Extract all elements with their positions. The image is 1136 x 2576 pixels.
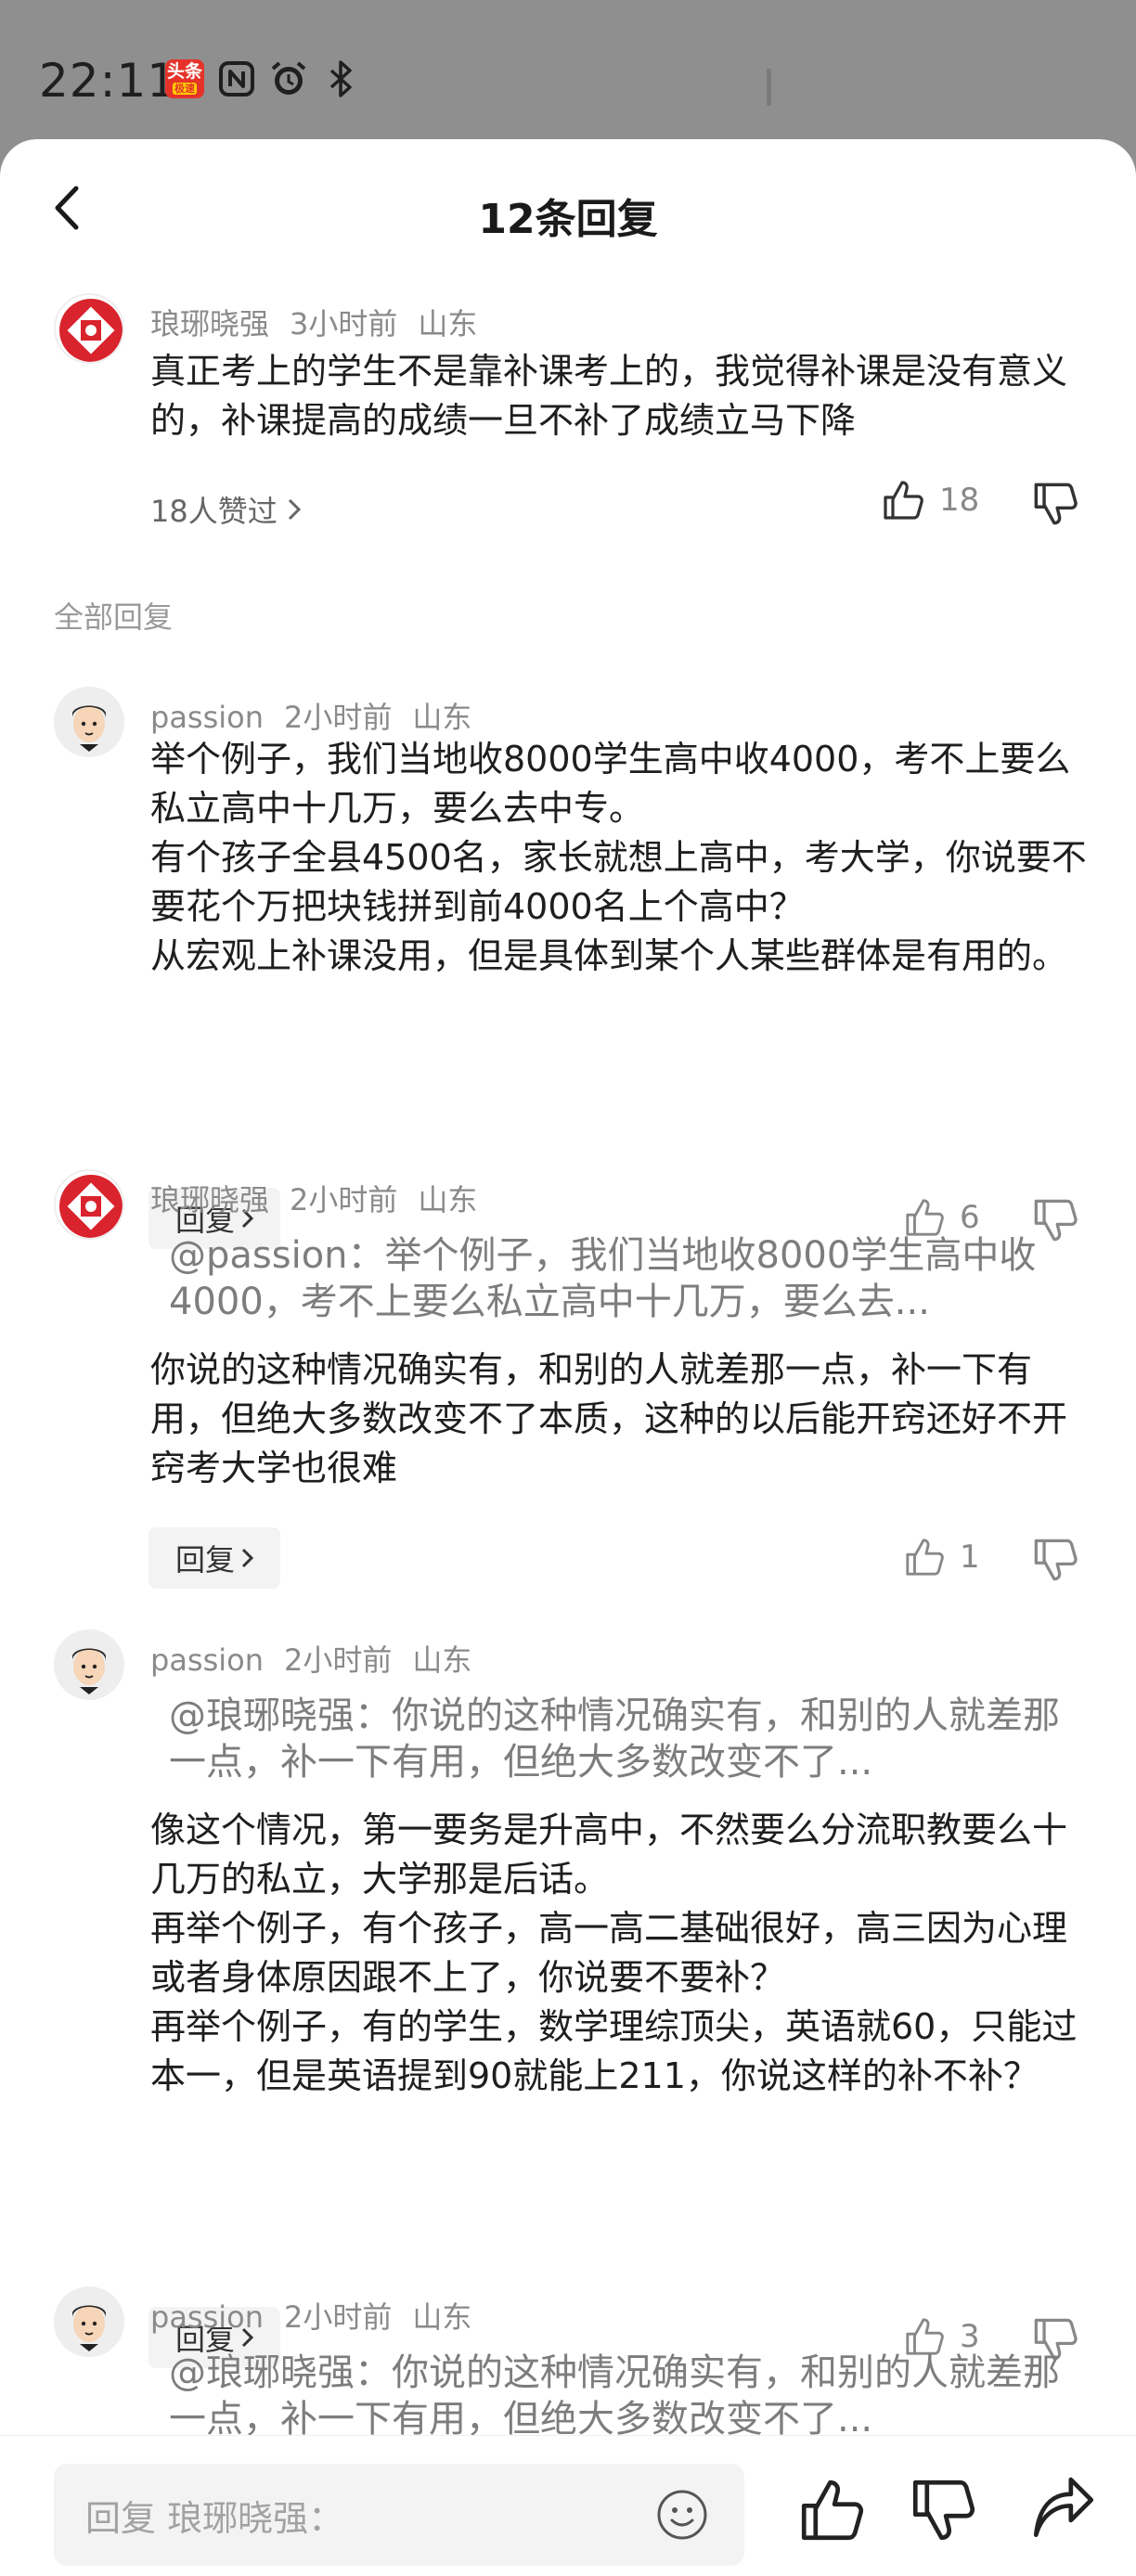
reply-location: 山东 — [418, 1182, 478, 1217]
reply-time: 2小时前 — [284, 2299, 393, 2335]
thumbs-up-icon[interactable] — [798, 2477, 865, 2544]
replies-sheet: 12条回复 琅琊晓强 3小时前 山东 真正考上的学生不是靠补课考上的，我觉得补课是没… — [0, 139, 1136, 2576]
status-time: 22:11 — [39, 54, 178, 108]
like-count: 1 — [960, 1539, 980, 1576]
page-title: 12条回复 — [478, 196, 658, 243]
reply-meta: passion 2小时前 山东 — [150, 2294, 492, 2337]
like-button[interactable]: 1 — [904, 1537, 980, 1578]
reply-text: 像这个情况，第一要务是升高中，不然要么分流职教要么十几万的私立，大学那是后话。 … — [150, 1810, 1078, 2096]
bottom-action-bar: 回复 琅琊晓强： — [0, 2435, 1136, 2576]
avatar[interactable] — [54, 293, 124, 364]
likes-link[interactable]: 18人赞过 — [150, 488, 302, 531]
like-count: 18 — [939, 482, 980, 519]
author-name[interactable]: 琅琊晓强 — [150, 306, 269, 341]
reply-location: 山东 — [412, 700, 472, 735]
toutiao-app-icon: 头条 极速 — [165, 59, 204, 98]
thumbs-down-icon[interactable] — [1032, 1537, 1078, 1583]
sheet-header: 12条回复 — [0, 139, 1136, 288]
reply-text: 你说的这种情况确实有，和别的人就差那一点，补一下有用，但绝大多数改变不了本质，这… — [150, 1349, 1068, 1488]
status-bar: 22:11 头条 极速 — [0, 0, 1136, 139]
avatar[interactable] — [54, 687, 124, 757]
comment-location: 山东 — [418, 306, 478, 341]
chevron-right-icon — [241, 1548, 253, 1568]
reply-input[interactable]: 回复 琅琊晓强： — [54, 2464, 744, 2566]
reply-text: 举个例子，我们当地收8000学生高中收4000，考不上要么私立高中十几万，要么去… — [150, 739, 1087, 976]
alarm-icon — [269, 59, 308, 98]
status-icons: 头条 极速 — [165, 59, 360, 98]
comment-meta: 琅琊晓强 3小时前 山东 — [150, 301, 497, 343]
reply-meta: passion 2小时前 山东 — [150, 1637, 492, 1680]
author-name[interactable]: passion — [150, 2299, 264, 2335]
share-arrow-icon[interactable] — [1030, 2477, 1097, 2544]
author-name[interactable]: passion — [150, 700, 264, 735]
reply-button[interactable]: 回复 — [148, 1527, 280, 1589]
like-button[interactable]: 18 — [882, 479, 979, 522]
reply-time: 2小时前 — [284, 700, 393, 735]
reply-location: 山东 — [412, 2299, 472, 2335]
thumbs-up-icon — [906, 1539, 944, 1576]
reply-time: 2小时前 — [290, 1182, 398, 1217]
quoted-reply[interactable]: @琅琊晓强：你说的这种情况确实有，和别的人就差那一点，补一下有用，但绝大多数改变… — [150, 1683, 1088, 1795]
comment-text: 真正考上的学生不是靠补课考上的，我觉得补课是没有意义的，补课提高的成绩一旦不补了… — [150, 351, 1068, 441]
reply-location: 山东 — [412, 1642, 472, 1678]
thumbs-down-icon[interactable] — [1032, 481, 1078, 527]
reply-time: 2小时前 — [284, 1642, 393, 1678]
status-indicator — [767, 69, 771, 106]
author-name[interactable]: 琅琊晓强 — [150, 1182, 269, 1217]
reply-meta: passion 2小时前 山东 — [150, 694, 492, 737]
avatar[interactable] — [54, 1629, 124, 1700]
chevron-right-icon — [288, 498, 301, 521]
reply-meta: 琅琊晓强 2小时前 山东 — [150, 1177, 497, 1219]
comment-time: 3小时前 — [290, 306, 398, 341]
author-name[interactable]: passion — [150, 1642, 264, 1678]
nfc-icon — [217, 59, 256, 98]
quoted-reply[interactable]: @passion：举个例子，我们当地收8000学生高中收4000，考不上要么私立… — [150, 1223, 1088, 1334]
bluetooth-icon — [321, 59, 360, 98]
thumbs-up-icon — [884, 481, 923, 520]
avatar[interactable] — [54, 2286, 124, 2357]
thumbs-down-icon[interactable] — [910, 2477, 976, 2544]
smiley-icon[interactable] — [655, 2488, 709, 2542]
section-label: 全部回复 — [54, 599, 174, 635]
main-comment: 琅琊晓强 3小时前 山东 真正考上的学生不是靠补课考上的，我觉得补课是没有意义的，补… — [0, 293, 1136, 581]
avatar[interactable] — [54, 1169, 124, 1240]
